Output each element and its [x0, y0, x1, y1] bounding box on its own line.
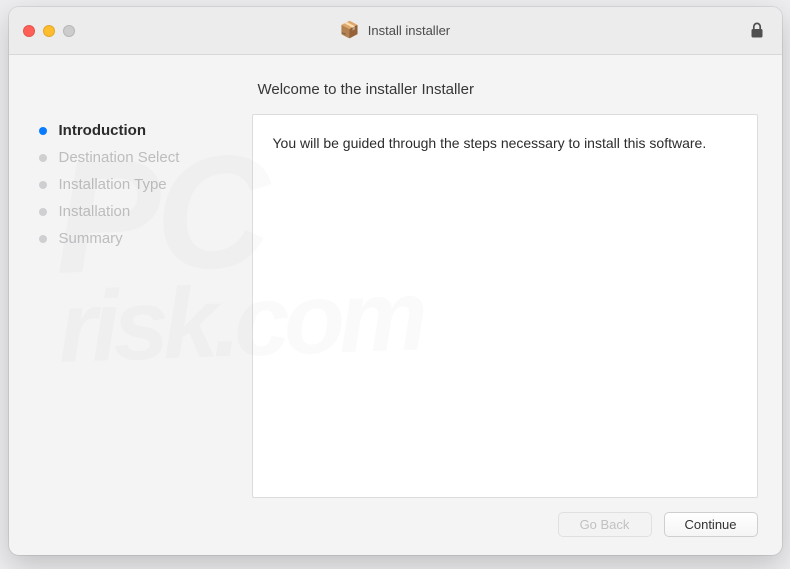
lock-icon[interactable]	[750, 22, 764, 39]
step-label: Installation Type	[59, 176, 167, 193]
step-bullet-icon	[39, 181, 47, 189]
window-title: Install installer	[368, 23, 450, 38]
window-title-group: 📦 Install installer	[340, 23, 450, 39]
step-label: Installation	[59, 203, 131, 220]
step-label: Destination Select	[59, 149, 180, 166]
minimize-window-button[interactable]	[43, 25, 55, 37]
go-back-label: Go Back	[580, 517, 630, 532]
step-bullet-icon	[39, 127, 47, 135]
step-installation: Installation	[39, 198, 244, 225]
steps-sidebar: Introduction Destination Select Installa…	[9, 55, 244, 555]
continue-button[interactable]: Continue	[664, 512, 758, 537]
intro-text: You will be guided through the steps nec…	[273, 135, 707, 151]
step-bullet-icon	[39, 208, 47, 216]
close-window-button[interactable]	[23, 25, 35, 37]
step-installation-type: Installation Type	[39, 171, 244, 198]
step-bullet-icon	[39, 154, 47, 162]
button-row: Go Back Continue	[252, 498, 758, 537]
maximize-window-button	[63, 25, 75, 37]
step-introduction: Introduction	[39, 117, 244, 144]
titlebar: 📦 Install installer	[9, 7, 782, 55]
continue-label: Continue	[684, 517, 736, 532]
package-icon: 📦	[340, 23, 360, 39]
window-body: Introduction Destination Select Installa…	[9, 55, 782, 555]
step-label: Introduction	[59, 122, 146, 139]
go-back-button: Go Back	[558, 512, 652, 537]
installer-window: 📦 Install installer Introduction Destina…	[9, 7, 782, 555]
page-title: Welcome to the installer Installer	[258, 81, 758, 98]
step-bullet-icon	[39, 235, 47, 243]
window-controls	[23, 25, 75, 37]
step-summary: Summary	[39, 225, 244, 252]
content-box: You will be guided through the steps nec…	[252, 114, 758, 498]
step-destination-select: Destination Select	[39, 144, 244, 171]
step-label: Summary	[59, 230, 123, 247]
steps-list: Introduction Destination Select Installa…	[39, 117, 244, 252]
main-panel: Welcome to the installer Installer You w…	[244, 55, 782, 555]
